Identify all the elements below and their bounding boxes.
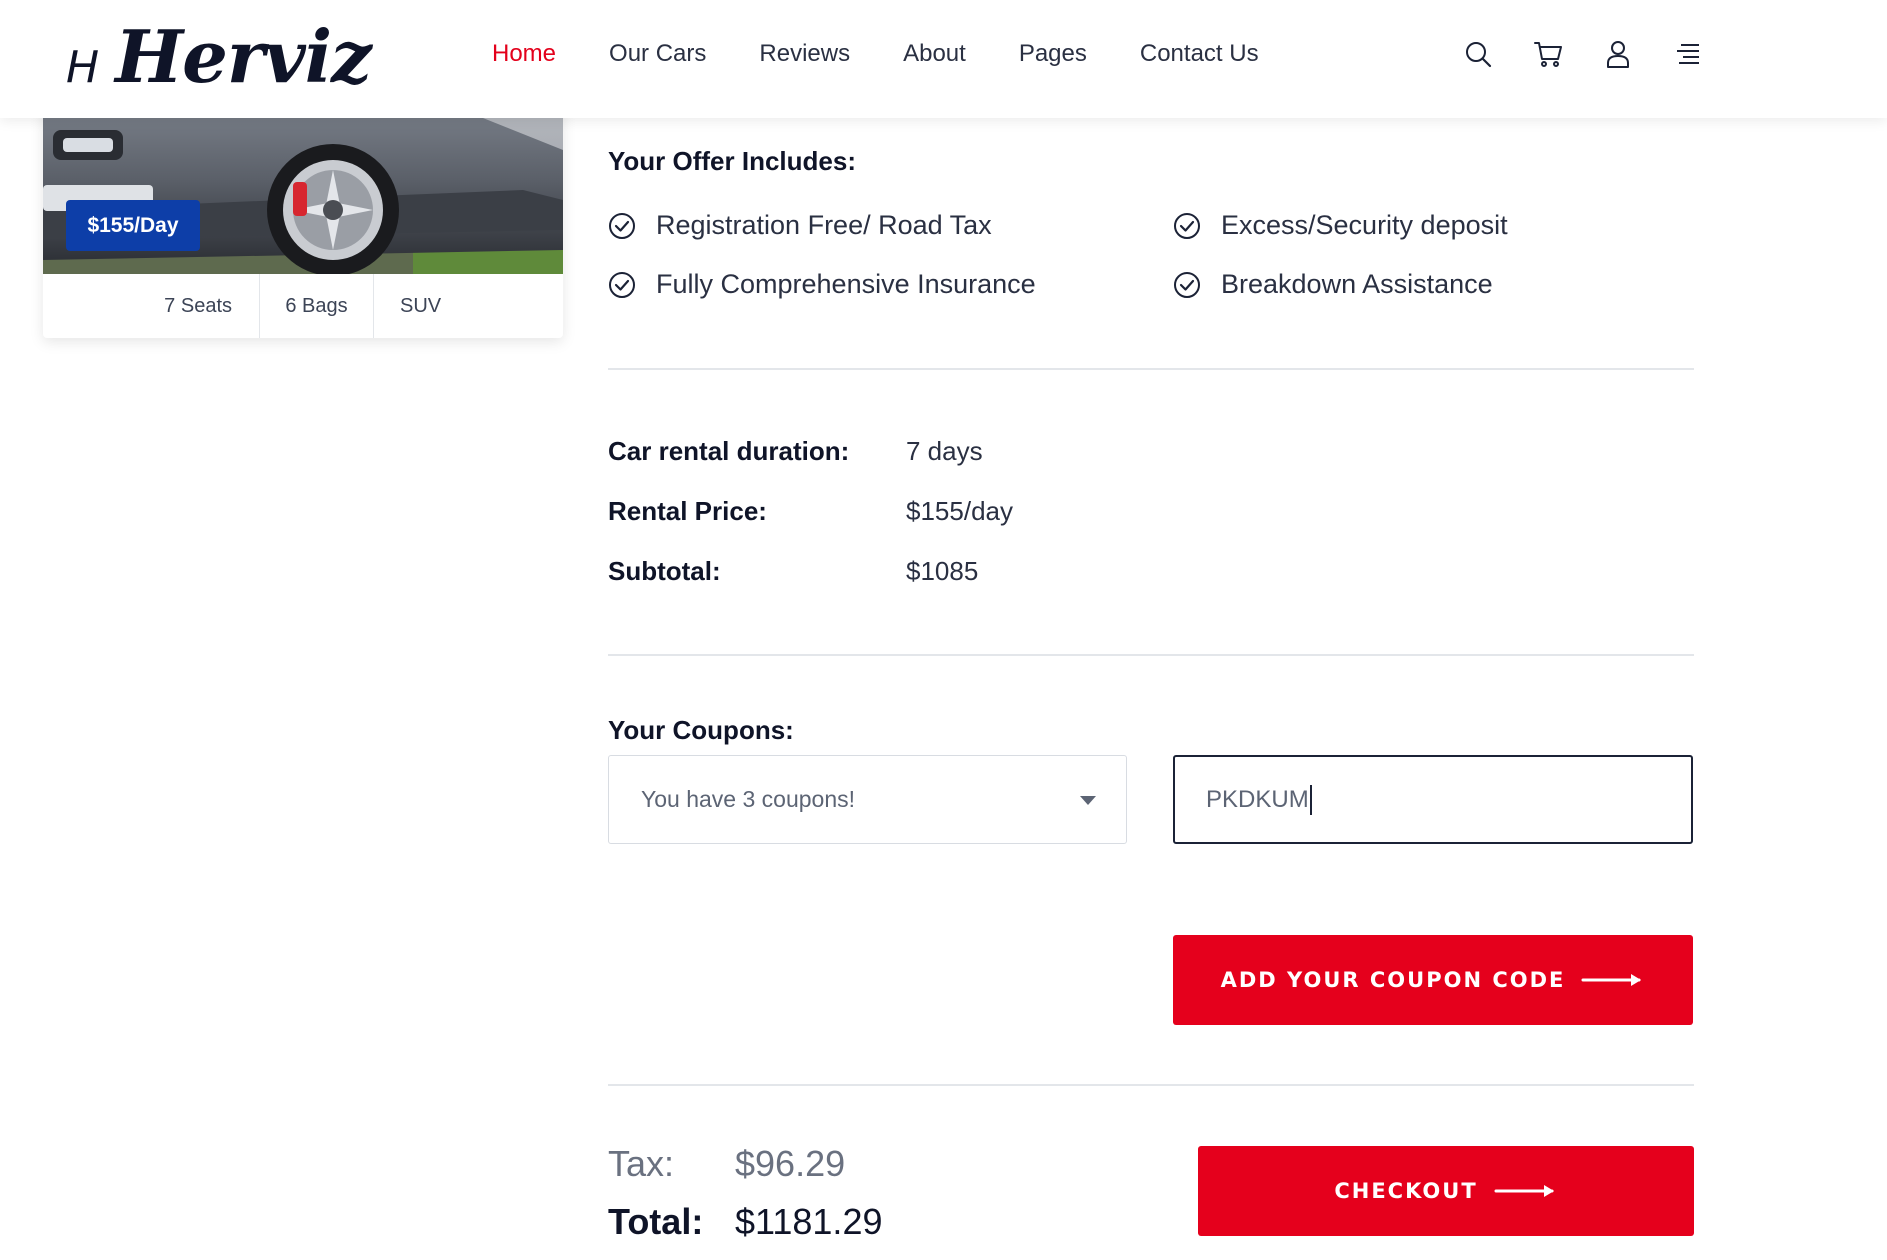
nav-about[interactable]: About (903, 38, 966, 70)
nav-reviews[interactable]: Reviews (759, 38, 850, 70)
menu-icon[interactable] (1672, 36, 1704, 72)
offer-item: Excess/Security deposit (1173, 210, 1508, 241)
subtotal-value: $1085 (906, 556, 979, 586)
arrow-right-icon (1581, 972, 1645, 988)
duration-value: 7 days (906, 436, 983, 466)
check-circle-icon (609, 271, 635, 298)
cart-icon[interactable] (1532, 36, 1564, 72)
total-label: Total: (608, 1201, 704, 1242)
nav-our-cars[interactable]: Our Cars (609, 38, 706, 70)
total-value: $1181.29 (735, 1201, 883, 1242)
logo[interactable]: H Herviz (66, 14, 372, 104)
coupon-code-value: PKDKUM (1206, 785, 1309, 813)
offer-item-label: Fully Comprehensive Insurance (656, 269, 1036, 299)
duration-label: Car rental duration: (608, 436, 850, 466)
coupon-code-input[interactable]: PKDKUM (1173, 755, 1693, 844)
nav-contact-us[interactable]: Contact Us (1140, 38, 1259, 70)
rental-price-value: $155/day (906, 496, 1013, 526)
seats-spec: 7 Seats (43, 274, 260, 338)
check-circle-icon (1174, 271, 1200, 298)
divider (608, 1084, 1694, 1086)
coupons-title: Your Coupons: (608, 715, 794, 745)
logo-mark: H (66, 42, 100, 93)
bags-spec: 6 Bags (260, 274, 374, 338)
coupon-select-value: You have 3 coupons! (641, 786, 855, 812)
nav-home[interactable]: Home (492, 38, 556, 70)
tax-value: $96.29 (735, 1143, 846, 1184)
check-circle-icon (1174, 212, 1200, 239)
offer-item-label: Registration Free/ Road Tax (656, 210, 992, 240)
subtotal-label: Subtotal: (608, 556, 721, 586)
caret-down-icon (1080, 796, 1096, 805)
offer-item-label: Excess/Security deposit (1221, 210, 1508, 240)
main-nav: Home Our Cars Reviews About Pages Contac… (492, 38, 1312, 70)
tax-label: Tax: (608, 1143, 675, 1184)
search-icon[interactable] (1462, 36, 1494, 72)
logo-text: Herviz (115, 14, 372, 99)
divider (608, 368, 1694, 370)
offer-item-label: Breakdown Assistance (1221, 269, 1493, 299)
site-header: H Herviz Home Our Cars Reviews About Pag… (0, 0, 1887, 118)
arrow-right-icon (1494, 1183, 1558, 1199)
offer-title: Your Offer Includes: (608, 146, 856, 176)
price-badge: $155/Day (66, 200, 200, 251)
check-circle-icon (609, 212, 635, 239)
add-coupon-button[interactable]: ADD YOUR COUPON CODE (1173, 935, 1693, 1025)
text-cursor (1309, 784, 1312, 815)
add-coupon-label: ADD YOUR COUPON CODE (1220, 968, 1566, 992)
rental-price-label: Rental Price: (608, 496, 767, 526)
coupon-select[interactable]: You have 3 coupons! (608, 755, 1127, 844)
offer-item: Registration Free/ Road Tax (608, 210, 992, 241)
checkout-label: CHECKOUT (1334, 1179, 1478, 1203)
offer-item: Breakdown Assistance (1173, 269, 1493, 300)
nav-pages[interactable]: Pages (1019, 38, 1087, 70)
divider (608, 654, 1694, 656)
offer-item: Fully Comprehensive Insurance (608, 269, 1036, 300)
checkout-button[interactable]: CHECKOUT (1198, 1146, 1694, 1236)
user-icon[interactable] (1602, 36, 1634, 72)
car-specs: 7 Seats 6 Bags SUV (43, 274, 563, 338)
header-actions (1462, 36, 1742, 72)
type-spec: SUV (400, 294, 442, 317)
car-card[interactable]: $155/Day 7 Seats 6 Bags SUV (43, 90, 563, 338)
